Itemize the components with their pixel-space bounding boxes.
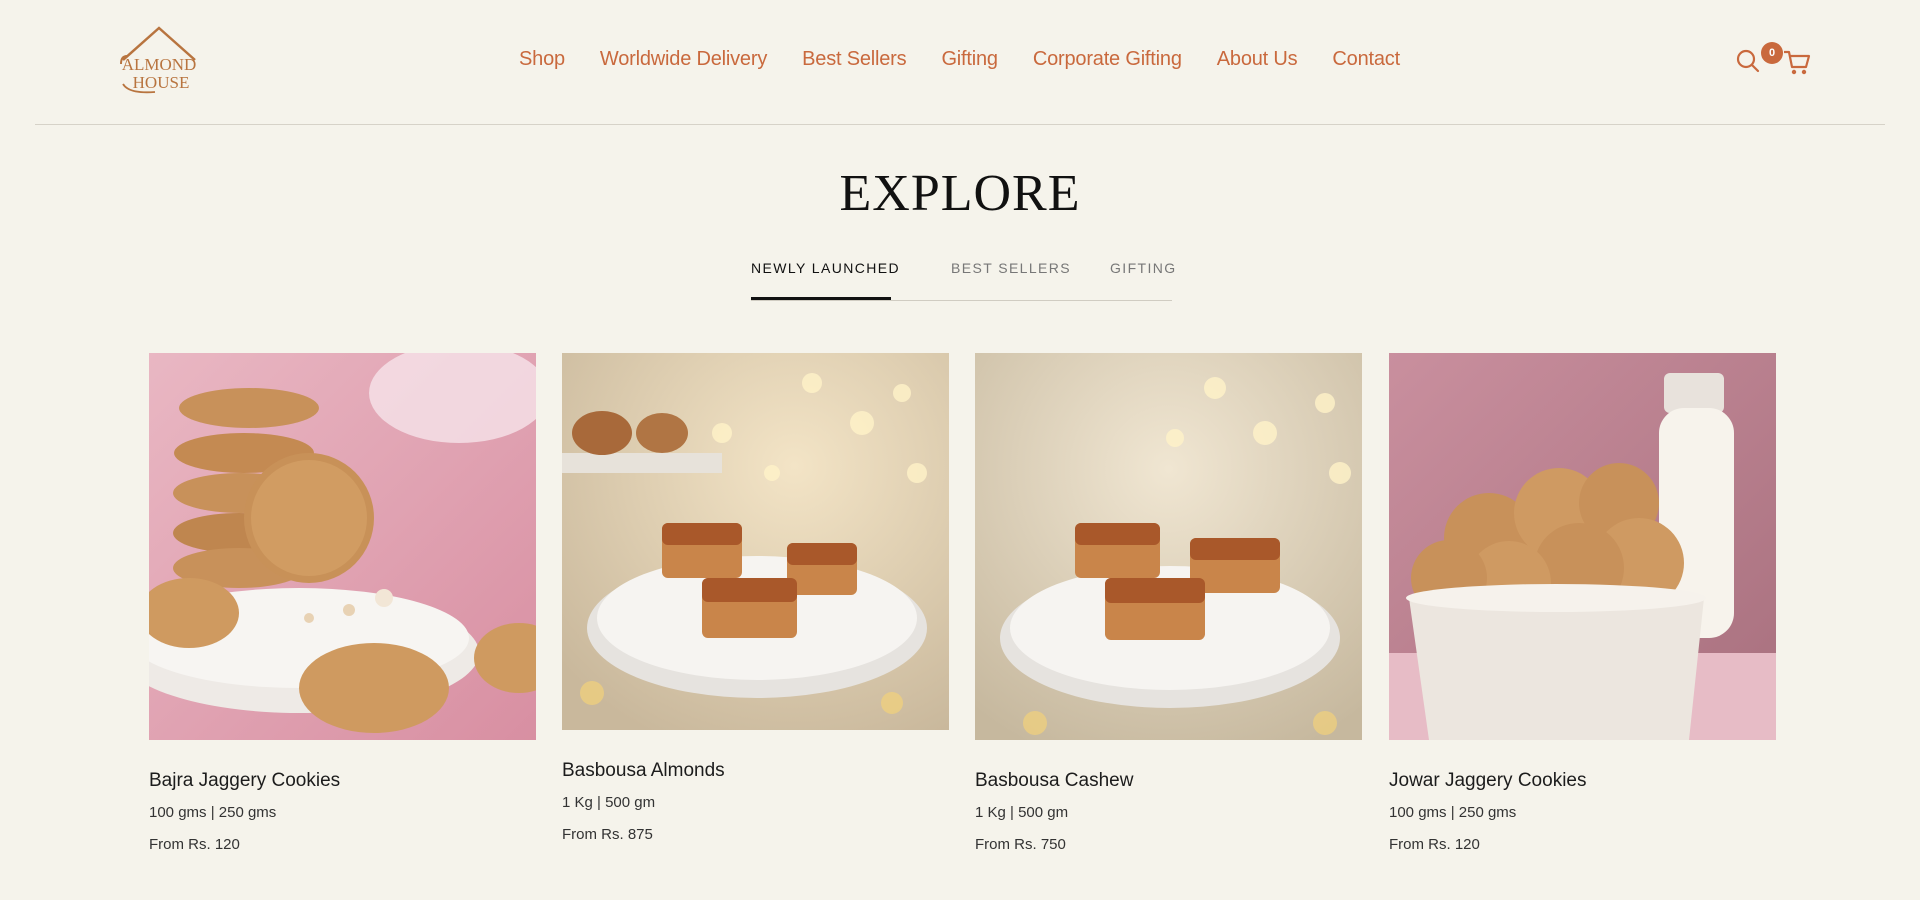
explore-tabs: NEWLY LAUNCHED BEST SELLERS GIFTING [751, 260, 1175, 301]
nav-corporate-gifting[interactable]: Corporate Gifting [1033, 48, 1182, 71]
nav-shop[interactable]: Shop [519, 48, 565, 71]
product-image[interactable] [975, 353, 1362, 740]
nav-worldwide-delivery[interactable]: Worldwide Delivery [600, 48, 767, 71]
product-sizes: 100 gms | 250 gms [1389, 804, 1517, 821]
active-tab-indicator [751, 297, 891, 300]
search-icon[interactable] [1735, 48, 1761, 74]
product-sizes: 1 Kg | 500 gm [975, 804, 1069, 821]
tab-newly-launched[interactable]: NEWLY LAUNCHED [751, 260, 900, 276]
product-card[interactable]: Basbousa Cashew 1 Kg | 500 gm From Rs. 7… [975, 353, 1362, 853]
product-card[interactable]: Basbousa Almonds 1 Kg | 500 gm From Rs. … [562, 353, 949, 843]
product-sizes: 1 Kg | 500 gm [562, 794, 656, 811]
nav-about-us[interactable]: About Us [1217, 48, 1298, 71]
product-image[interactable] [149, 353, 536, 740]
header-actions [1735, 44, 1855, 84]
product-name[interactable]: Jowar Jaggery Cookies [1389, 770, 1776, 792]
cart-count-badge: 0 [1761, 42, 1783, 64]
product-name[interactable]: Basbousa Cashew [975, 770, 1362, 792]
product-sizes: 100 gms | 250 gms [149, 804, 277, 821]
logo-text-line1: ALMOND [122, 55, 197, 74]
product-card[interactable]: Bajra Jaggery Cookies 100 gms | 250 gms … [149, 353, 536, 853]
product-name[interactable]: Basbousa Almonds [562, 760, 949, 782]
nav-best-sellers[interactable]: Best Sellers [802, 48, 907, 71]
site-header: ALMOND HOUSE Shop Worldwide Delivery Bes… [35, 0, 1885, 125]
section-title: EXPLORE [839, 165, 1081, 222]
product-price: From Rs. 120 [149, 836, 240, 853]
nav-gifting[interactable]: Gifting [941, 48, 998, 71]
logo-text-line2: HOUSE [133, 73, 190, 92]
product-price: From Rs. 120 [1389, 836, 1480, 853]
product-name[interactable]: Bajra Jaggery Cookies [149, 770, 536, 792]
product-price: From Rs. 875 [562, 826, 653, 843]
product-card[interactable]: Jowar Jaggery Cookies 100 gms | 250 gms … [1389, 353, 1776, 853]
main-nav: Shop Worldwide Delivery Best Sellers Gif… [519, 48, 1435, 71]
product-image[interactable] [1389, 353, 1776, 740]
nav-contact[interactable]: Contact [1332, 48, 1400, 71]
tab-gifting[interactable]: GIFTING [1110, 260, 1177, 276]
cart-icon[interactable] [1782, 47, 1812, 77]
product-image[interactable] [562, 353, 949, 730]
logo-graphic: ALMOND HOUSE [120, 26, 197, 94]
product-price: From Rs. 750 [975, 836, 1066, 853]
brand-logo[interactable]: ALMOND HOUSE [115, 26, 203, 96]
tab-best-sellers[interactable]: BEST SELLERS [951, 260, 1071, 276]
